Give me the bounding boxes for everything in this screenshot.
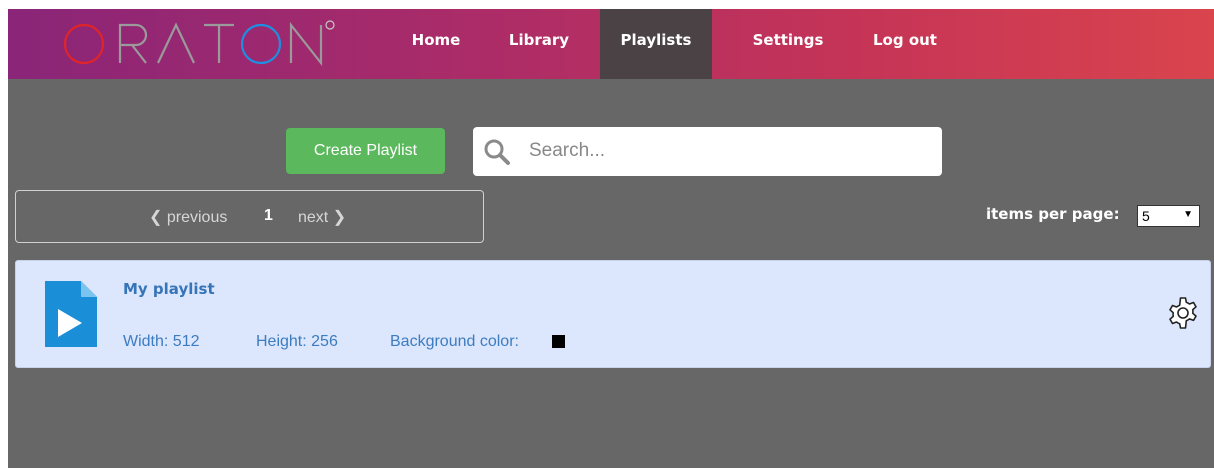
chevron-right-icon: ❯ bbox=[332, 209, 347, 226]
page-number-current[interactable]: 1 bbox=[264, 207, 273, 225]
playlist-card: My playlist Width: 512 Height: 256 Backg… bbox=[15, 260, 1211, 368]
nav-playlists[interactable]: Playlists bbox=[600, 9, 712, 79]
nav-library[interactable]: Library bbox=[494, 9, 584, 79]
gear-icon[interactable] bbox=[1166, 296, 1200, 330]
play-file-icon[interactable] bbox=[45, 281, 97, 347]
playlist-background-label: Background color: bbox=[390, 333, 519, 350]
create-playlist-button[interactable]: Create Playlist bbox=[286, 128, 445, 174]
playlist-title[interactable]: My playlist bbox=[123, 280, 215, 298]
pagination: ❮ previous 1 next ❯ bbox=[15, 190, 484, 243]
items-per-page-select[interactable]: 5 ▼ bbox=[1137, 205, 1200, 227]
oraton-logo[interactable] bbox=[62, 17, 337, 71]
search-box[interactable] bbox=[473, 127, 942, 176]
background-color-swatch bbox=[552, 335, 565, 348]
playlist-height: Height: 256 bbox=[256, 333, 338, 350]
nav-logout[interactable]: Log out bbox=[860, 9, 950, 79]
previous-label: previous bbox=[166, 209, 228, 226]
playlist-width: Width: 512 bbox=[123, 333, 200, 350]
nav-settings[interactable]: Settings bbox=[732, 9, 844, 79]
search-input[interactable] bbox=[529, 135, 929, 167]
chevron-left-icon: ❮ bbox=[149, 209, 163, 226]
next-label: next bbox=[298, 209, 329, 226]
search-icon bbox=[484, 139, 510, 165]
next-page-link[interactable]: next ❯ bbox=[298, 207, 346, 227]
header-bar: Home Library Playlists Settings Log out bbox=[8, 9, 1214, 79]
items-per-page-label: items per page: bbox=[986, 205, 1120, 223]
previous-page-link[interactable]: ❮ previous bbox=[149, 207, 227, 227]
items-per-page-value: 5 bbox=[1142, 208, 1150, 224]
dropdown-arrow-icon: ▼ bbox=[1183, 209, 1193, 220]
nav-home[interactable]: Home bbox=[396, 9, 476, 79]
app-frame: Home Library Playlists Settings Log out … bbox=[8, 9, 1214, 468]
